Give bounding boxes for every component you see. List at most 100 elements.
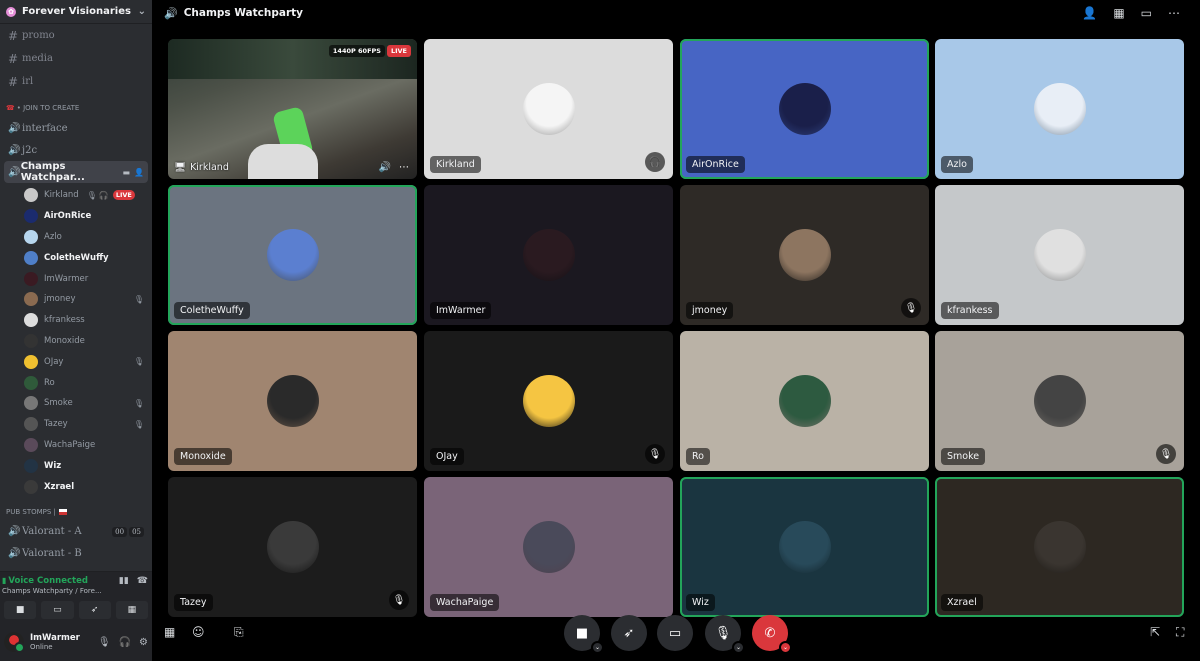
soundboard-icon[interactable]: ▦ — [164, 625, 175, 639]
user-avatar — [24, 292, 38, 307]
voice-user[interactable]: ColetheWuffy — [0, 247, 152, 268]
active-channel-name: Champs Watchpar... — [20, 161, 85, 183]
chat-icon[interactable]: ▭ — [1141, 6, 1152, 20]
voice-user[interactable]: Wiz — [0, 455, 152, 476]
more-options-icon[interactable]: ⋯ — [1168, 6, 1180, 20]
text-channel-0[interactable]: # promo — [0, 24, 152, 47]
participant-avatar — [778, 375, 831, 427]
voice-channel-bottom-1[interactable]: 🔊 Valorant - B — [0, 543, 152, 565]
participant-tile[interactable]: Xzrael — [935, 477, 1184, 617]
disconnect-icon[interactable]: ☎ — [137, 576, 148, 586]
user-name: Azlo — [44, 231, 62, 242]
participant-tile[interactable]: ColetheWuffy — [168, 185, 417, 325]
voice-status[interactable]: Voice Connected — [8, 576, 88, 586]
participant-tile[interactable]: OJay 🎙 — [424, 331, 673, 471]
voice-user[interactable]: AirOnRice — [0, 206, 152, 227]
participant-tile[interactable]: Azlo — [935, 39, 1184, 179]
chevron-down-icon[interactable]: ⌄ — [591, 641, 604, 654]
noise-suppression-icon[interactable]: ▮▮ — [119, 576, 129, 586]
voice-channel-0[interactable]: 🔊 interface — [0, 117, 152, 139]
user-name: Kirkland — [44, 190, 79, 201]
activity-icon[interactable]: ⎘ — [234, 625, 244, 640]
muted-mic-icon: 🎙 — [133, 419, 144, 429]
muted-mic-icon: 🎙 — [1156, 444, 1176, 464]
voice-connected-panel: ▮ Voice Connected ▮▮ ☎ Champs Watchparty… — [0, 571, 152, 623]
participant-tile[interactable]: jmoney 🎙 — [680, 185, 929, 325]
voice-channel-path[interactable]: Champs Watchparty / Fore... — [0, 587, 152, 598]
chevron-down-icon[interactable]: ⌄ — [732, 641, 745, 654]
chat-icon[interactable]: ▬ — [122, 168, 130, 177]
screen-share-button[interactable]: ▭ — [657, 615, 693, 651]
popout-icon[interactable]: ⇱ — [1150, 625, 1160, 639]
voice-user[interactable]: Tazey 🎙 — [0, 414, 152, 435]
soundboard-button[interactable]: ▦ — [115, 601, 148, 619]
disconnect-button[interactable]: ✆ ⌄ — [752, 615, 792, 654]
voice-channel-bottom-0[interactable]: 🔊 Valorant - A 00 05 — [0, 521, 152, 543]
activity-button[interactable]: ➶ — [611, 615, 647, 651]
stream-tile[interactable]: 1440P 60FPS LIVE 🖥 Kirkland 🔊 ⋯ — [168, 39, 417, 179]
voice-user[interactable]: Ro — [0, 372, 152, 393]
participant-tile[interactable]: Smoke 🎙 — [935, 331, 1184, 471]
voice-user[interactable]: ImWarmer — [0, 268, 152, 289]
participant-name: OJay — [430, 448, 464, 465]
camera-button[interactable]: ■ — [4, 601, 37, 619]
participant-tile[interactable]: ImWarmer — [424, 185, 673, 325]
microphone-toggle-button[interactable]: 🎙 ⌄ — [705, 615, 745, 654]
text-channel-1[interactable]: # media — [0, 47, 152, 70]
user-count: 00 05 — [112, 526, 144, 537]
user-name[interactable]: ImWarmer — [30, 633, 80, 643]
screen-share-icon: ▭ — [668, 625, 682, 641]
voice-user[interactable]: OJay 🎙 — [0, 351, 152, 372]
voice-user[interactable]: Azlo — [0, 227, 152, 248]
voice-channel-active[interactable]: 🔊 Champs Watchpar... ▬ 👤 — [4, 161, 148, 183]
headphones-icon[interactable]: 🎧 — [119, 637, 131, 648]
participant-name: Kirkland — [430, 156, 481, 173]
category-pub-stomps[interactable]: PUB STOMPS | — [0, 503, 152, 521]
layout-grid-icon[interactable]: ▦ — [1113, 6, 1124, 20]
voice-user[interactable]: Monoxide — [0, 331, 152, 352]
server-header[interactable]: ✿ Forever Visionaries ⌄ — [0, 0, 152, 24]
voice-user[interactable]: Kirkland 🎙 🎧 LIVE — [0, 185, 152, 206]
signal-icon[interactable]: ▮ — [2, 576, 6, 585]
camera-icon: ■ — [575, 625, 589, 641]
emoji-icon[interactable]: ☺ — [192, 625, 205, 639]
channel-name: interface — [22, 122, 68, 134]
voice-user[interactable]: Smoke 🎙 — [0, 393, 152, 414]
add-friend-icon[interactable]: 👤 — [1082, 6, 1097, 20]
hash-icon: # — [8, 51, 19, 66]
fullscreen-icon[interactable]: ⛶ — [1176, 625, 1184, 640]
activity-button[interactable]: ➶ — [78, 601, 111, 619]
voice-user[interactable]: WachaPaige — [0, 435, 152, 456]
participant-tile[interactable]: Kirkland 🎧 — [424, 39, 673, 179]
voice-user[interactable]: kfrankess — [0, 310, 152, 331]
participant-avatar — [522, 521, 575, 573]
voice-user[interactable]: Xzrael — [0, 476, 152, 497]
voice-user[interactable]: jmoney 🎙 — [0, 289, 152, 310]
user-name: Smoke — [44, 398, 73, 409]
user-avatar — [24, 458, 38, 473]
voice-channel-1[interactable]: 🔊 j2c — [0, 139, 152, 161]
volume-icon[interactable]: 🔊 — [379, 162, 391, 173]
speaker-icon: 🔊 — [8, 526, 21, 538]
participant-tile[interactable]: kfrankess — [935, 185, 1184, 325]
user-name: Xzrael — [44, 481, 75, 492]
participant-tile[interactable]: Wiz — [680, 477, 929, 617]
more-options-icon[interactable]: ⋯ — [399, 162, 409, 173]
settings-gear-icon[interactable]: ⚙ — [139, 637, 148, 648]
camera-toggle-button[interactable]: ■ ⌄ — [564, 615, 604, 654]
participant-tile[interactable]: WachaPaige — [424, 477, 673, 617]
chevron-down-icon[interactable]: ⌄ — [779, 641, 792, 654]
channel-name: media — [22, 53, 53, 64]
flag-icon — [58, 508, 67, 515]
user-avatar[interactable] — [4, 632, 25, 653]
participant-tile[interactable]: Tazey 🎙 — [168, 477, 417, 617]
category-join-to-create[interactable]: ☎ • JOIN TO CREATE — [0, 99, 152, 117]
text-channel-2[interactable]: # irl — [0, 70, 152, 93]
microphone-icon[interactable]: 🎙 — [98, 637, 111, 648]
participant-tile[interactable]: AirOnRice — [680, 39, 929, 179]
participant-tile[interactable]: Ro — [680, 331, 929, 471]
screen-share-button[interactable]: ▭ — [41, 601, 74, 619]
participant-tile[interactable]: Monoxide — [168, 331, 417, 471]
add-user-icon[interactable]: 👤 — [134, 168, 144, 177]
stream-controls: 🔊 ⋯ — [379, 162, 409, 173]
